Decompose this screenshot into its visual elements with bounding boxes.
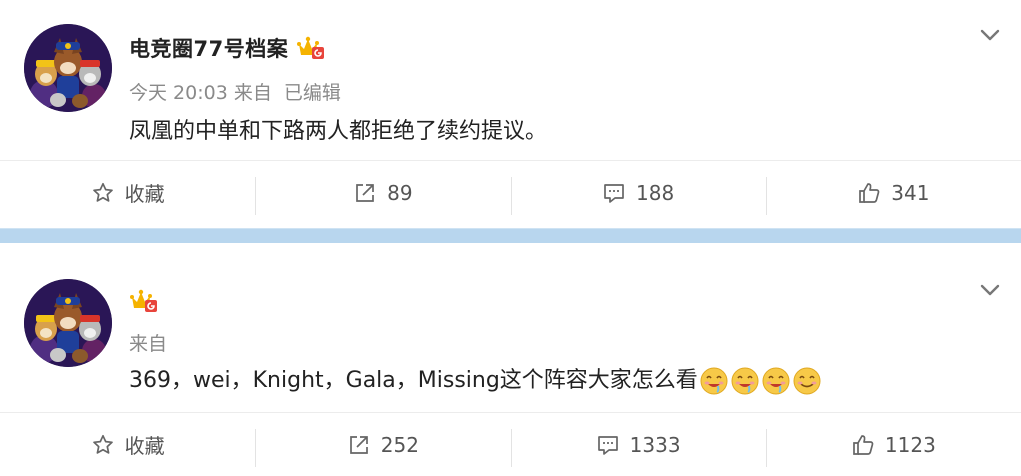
like-button[interactable]: 1123: [765, 413, 1021, 476]
post-time: 来自: [129, 332, 168, 355]
favorite-label: 收藏: [124, 434, 165, 458]
post-card-2: 来自 369，wei，Knight，Gala，Missing这个阵容大家怎么看 …: [0, 0, 1021, 471]
smiling-face-emoji-icon: [792, 366, 822, 396]
cartoon-dogs-avatar-image: [24, 279, 112, 367]
comment-bubble-icon: [596, 433, 620, 457]
comment-count: 1333: [629, 432, 681, 457]
drooling-face-emoji-icon: [730, 366, 760, 396]
post-text: 369，wei，Knight，Gala，Missing这个阵容大家怎么看: [129, 368, 698, 393]
star-icon: [91, 433, 115, 457]
favorite-button[interactable]: 收藏: [0, 413, 255, 476]
vip-crown-badge-icon[interactable]: [129, 288, 159, 314]
drooling-face-emoji-icon: [761, 366, 791, 396]
like-count: 1123: [884, 432, 936, 457]
post-meta: 来自: [129, 329, 179, 355]
repost-button[interactable]: 252: [255, 413, 510, 476]
share-arrow-icon: [347, 433, 371, 457]
repost-count: 252: [380, 432, 419, 457]
chevron-down-icon[interactable]: [979, 279, 1001, 301]
user-avatar[interactable]: [24, 279, 112, 367]
thumbs-up-icon: [851, 433, 875, 457]
comment-button[interactable]: 1333: [510, 413, 766, 476]
action-bar: 收藏 252 1333 1123: [0, 412, 1021, 476]
post-content: 369，wei，Knight，Gala，Missing这个阵容大家怎么看: [129, 366, 822, 396]
drooling-face-emoji-icon: [699, 366, 729, 396]
username-row: [129, 287, 159, 315]
